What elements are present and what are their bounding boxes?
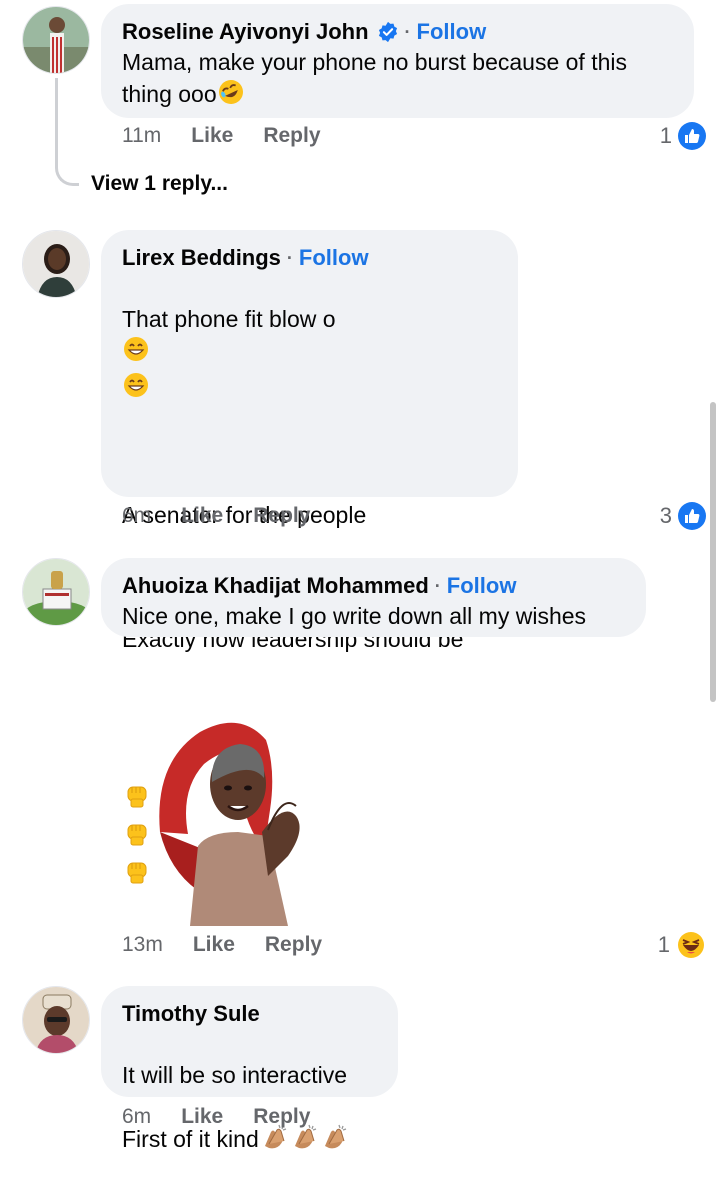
avatar[interactable] — [22, 986, 90, 1054]
comment-actions: 6m Like Reply — [122, 504, 340, 528]
comment-actions: 13m Like Reply — [122, 933, 352, 957]
comment-bubble: Ahuoiza Khadijat Mohammed · Follow Nice … — [101, 558, 646, 637]
comment-bubble: Timothy Sule It will be so interactive F… — [101, 986, 398, 1152]
reaction-count: 3 — [659, 503, 672, 528]
reaction-summary[interactable]: 3 — [660, 502, 706, 530]
commenter-name[interactable]: Roseline Ayivonyi John — [122, 18, 369, 46]
reaction-count: 1 — [657, 932, 670, 957]
like-icon — [678, 122, 706, 150]
like-button[interactable]: Like — [193, 933, 235, 957]
comment-text: Mama, make your phone no burst because o… — [122, 47, 672, 114]
comment-bubble: Lirex Beddings · Follow That phone fit b… — [101, 230, 518, 884]
reply-button[interactable]: Reply — [265, 933, 322, 957]
reaction-summary[interactable]: 1 — [660, 122, 706, 150]
rofl-emoji-icon — [217, 78, 245, 114]
follow-button[interactable]: Follow — [299, 244, 369, 272]
like-icon — [678, 502, 706, 530]
raised-fist-emoji-icon — [122, 855, 152, 893]
sticker-image[interactable] — [150, 712, 330, 926]
commenter-name[interactable]: Timothy Sule — [122, 1000, 260, 1028]
like-button[interactable]: Like — [181, 504, 223, 528]
separator-dot: · — [434, 576, 441, 596]
comment-actions: 6m Like Reply — [122, 1105, 340, 1129]
comment-time[interactable]: 6m — [122, 1105, 151, 1129]
separator-dot: · — [286, 248, 293, 268]
comment-actions: 11m Like Reply — [122, 124, 706, 148]
raised-fist-emoji-icon — [122, 817, 152, 855]
reply-button[interactable]: Reply — [253, 1105, 310, 1129]
reaction-count: 1 — [659, 123, 672, 148]
avatar[interactable] — [22, 230, 90, 298]
reply-button[interactable]: Reply — [253, 504, 310, 528]
avatar[interactable] — [22, 558, 90, 626]
view-replies-link[interactable]: View 1 reply... — [91, 172, 228, 196]
verified-badge-icon — [378, 21, 397, 43]
comment-bubble: Roseline Ayivonyi John · Follow Mama, ma… — [101, 4, 694, 118]
commenter-name[interactable]: Ahuoiza Khadijat Mohammed — [122, 572, 429, 600]
reaction-summary[interactable]: 1 — [658, 930, 706, 960]
grinning-emoji-icon — [122, 371, 150, 407]
reply-button[interactable]: Reply — [263, 124, 320, 148]
comment-time[interactable]: 13m — [122, 933, 163, 957]
follow-button[interactable]: Follow — [447, 572, 517, 600]
comment-time[interactable]: 6m — [122, 504, 151, 528]
avatar[interactable] — [22, 6, 90, 74]
commenter-name[interactable]: Lirex Beddings — [122, 244, 281, 272]
follow-button[interactable]: Follow — [417, 18, 487, 46]
like-button[interactable]: Like — [191, 124, 233, 148]
haha-icon — [676, 930, 706, 960]
thread-line — [55, 78, 79, 186]
like-button[interactable]: Like — [181, 1105, 223, 1129]
comment-text: Nice one, make I go write down all my wi… — [122, 603, 587, 629]
scrollbar[interactable] — [710, 402, 716, 702]
separator-dot: · — [404, 22, 411, 42]
comment-time[interactable]: 11m — [122, 124, 161, 148]
grinning-emoji-icon — [122, 335, 150, 371]
raised-fist-emoji-icon — [122, 779, 152, 817]
